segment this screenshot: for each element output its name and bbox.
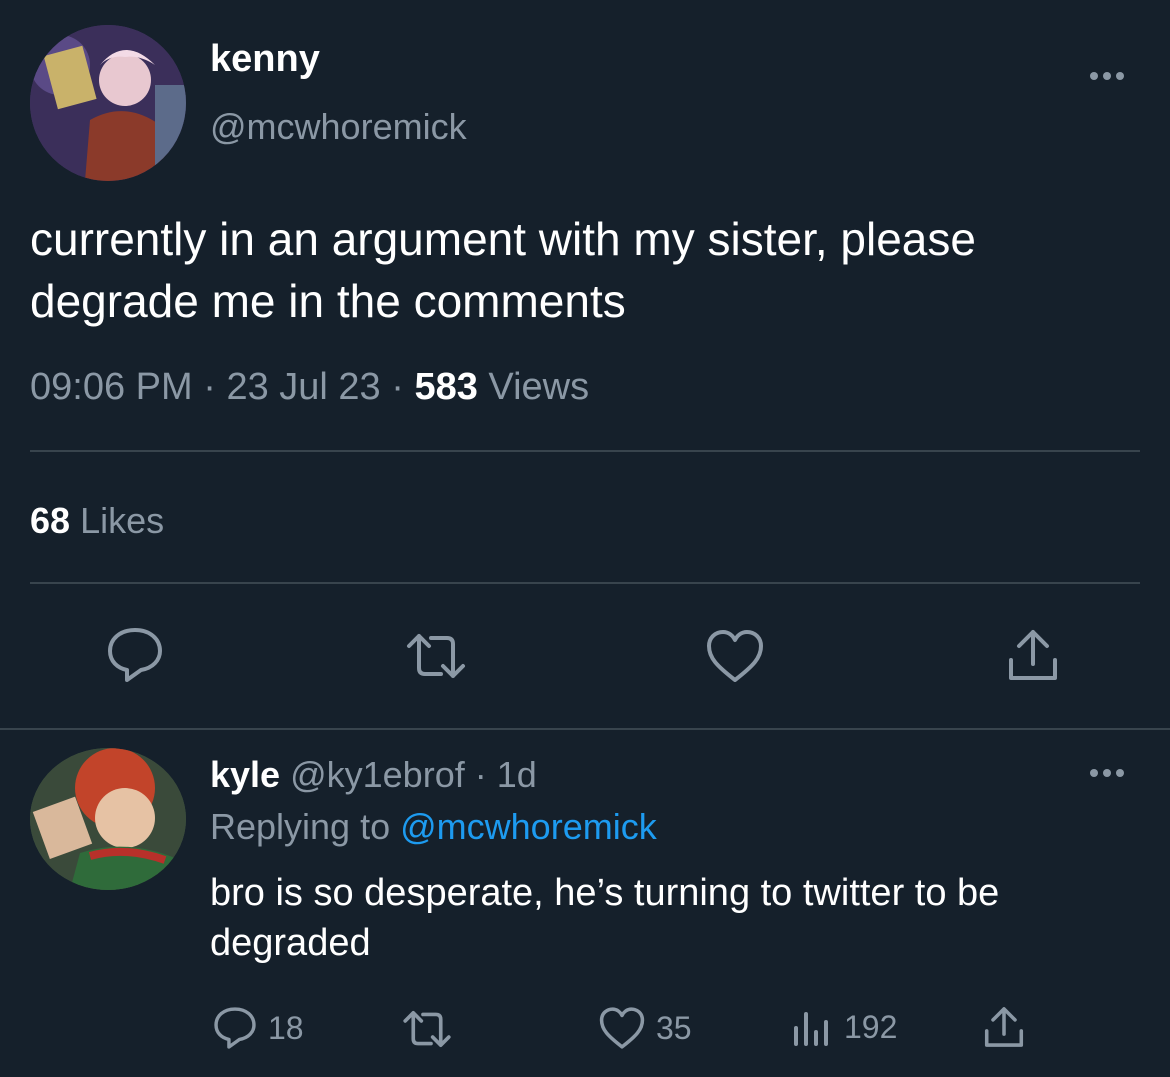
- share-icon: [1009, 630, 1057, 680]
- reply-header: kyle @ky1ebrof · 1d: [210, 754, 537, 796]
- views-icon: [794, 1012, 828, 1046]
- reply-button[interactable]: [105, 626, 165, 684]
- likes-label[interactable]: Likes: [80, 500, 164, 541]
- share-button[interactable]: [982, 1004, 1026, 1050]
- tweet-date: 23 Jul 23: [226, 366, 381, 408]
- reply-icon: [214, 1007, 256, 1049]
- likes-count[interactable]: 68: [30, 500, 70, 541]
- share-button[interactable]: [1005, 626, 1061, 684]
- views-count[interactable]: 583: [414, 366, 477, 408]
- reply-button[interactable]: 18: [212, 1006, 304, 1050]
- author-handle[interactable]: @mcwhoremick: [210, 106, 467, 148]
- separator: ·: [474, 754, 487, 795]
- more-icon[interactable]: [1087, 765, 1127, 781]
- views-label[interactable]: Views: [488, 366, 589, 408]
- tweet-meta: 09:06 PM · 23 Jul 23 · 583 Views: [30, 366, 589, 409]
- more-icon[interactable]: [1087, 68, 1127, 84]
- replying-mention[interactable]: @mcwhoremick: [400, 806, 657, 847]
- separator: ·: [203, 366, 216, 408]
- reply-author-handle[interactable]: @ky1ebrof: [290, 754, 465, 795]
- retweet-icon: [403, 1011, 451, 1047]
- like-button[interactable]: 35: [598, 1006, 692, 1050]
- reply-icon: [108, 628, 162, 682]
- views-button[interactable]: 192: [792, 1006, 897, 1048]
- reply-age[interactable]: 1d: [497, 754, 537, 795]
- retweet-icon: [407, 634, 465, 678]
- view-count: 192: [844, 1008, 898, 1045]
- like-count: 35: [656, 1009, 692, 1046]
- like-icon: [599, 1007, 645, 1049]
- divider: [30, 582, 1140, 584]
- retweet-button[interactable]: [403, 630, 469, 682]
- reply-count: 18: [268, 1009, 304, 1046]
- retweet-button[interactable]: [400, 1008, 454, 1050]
- like-button[interactable]: [705, 628, 765, 684]
- tweet-detail-page: kenny @mcwhoremick currently in an argum…: [0, 0, 1170, 1077]
- replying-prefix: Replying to: [210, 806, 391, 847]
- tweet-text: currently in an argument with my sister,…: [30, 213, 976, 327]
- divider: [30, 450, 1140, 452]
- reply-text: bro is so desperate, he’s turning to twi…: [210, 872, 1000, 964]
- reply-author-name[interactable]: kyle: [210, 754, 280, 795]
- separator: ·: [391, 366, 404, 408]
- tweet-time: 09:06 PM: [30, 366, 193, 408]
- like-icon: [707, 630, 763, 682]
- avatar[interactable]: [30, 748, 186, 890]
- avatar[interactable]: [30, 25, 186, 181]
- replying-to: Replying to @mcwhoremick: [210, 806, 657, 848]
- divider: [0, 728, 1170, 730]
- share-icon: [984, 1007, 1024, 1047]
- author-name[interactable]: kenny: [210, 38, 320, 81]
- likes-stat[interactable]: 68 Likes: [30, 500, 164, 542]
